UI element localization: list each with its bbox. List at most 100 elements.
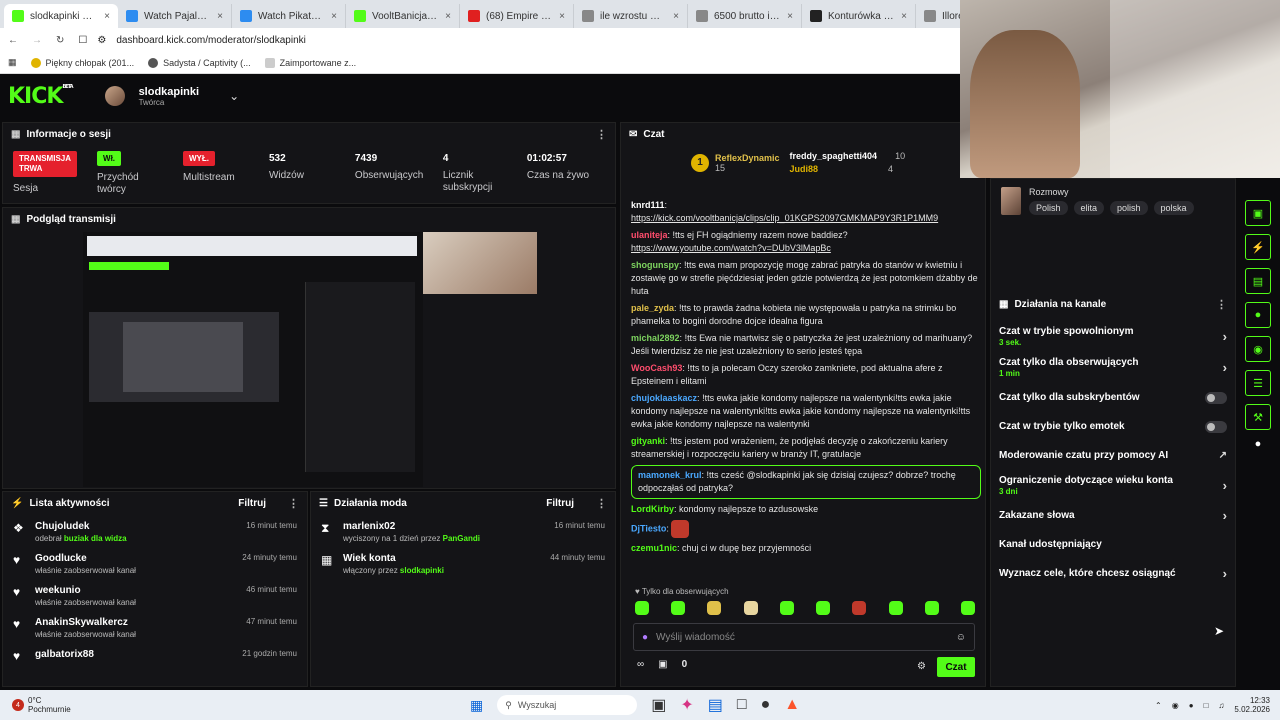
site-info-icon[interactable]: ⚙	[97, 35, 106, 46]
stream-preview-video[interactable]	[83, 232, 537, 487]
more-icon[interactable]: ⋮	[596, 497, 607, 510]
user-name[interactable]: Chujoludek	[35, 521, 127, 532]
close-icon[interactable]: ×	[217, 11, 223, 22]
chat-message[interactable]: czemu1nic: chuj ci w dupę bez przyjemnoś…	[631, 542, 981, 555]
browser-tab[interactable]: Watch Pajalock | Strea ×	[118, 4, 232, 28]
bookmark-item[interactable]: Zaimportowane z...	[264, 57, 356, 68]
chat-username[interactable]: mamonek_krul	[638, 470, 702, 480]
mic-icon[interactable]: ●	[642, 632, 648, 643]
list-item[interactable]: ♥ weekunio właśnie zaobserwował kanał 46 mi…	[13, 580, 297, 612]
toggle-switch[interactable]	[1205, 391, 1227, 404]
chat-username[interactable]: gityanki	[631, 436, 665, 446]
weather-widget[interactable]: 4 0°C Pochmurnie	[0, 696, 180, 714]
taskbar-search[interactable]: ⚲ Wyszukaj	[497, 695, 638, 715]
start-icon[interactable]: ▦	[470, 697, 483, 714]
chat-message[interactable]: gityanki: !tts jestem pod wrażeniem, że …	[631, 435, 981, 461]
brave-icon[interactable]: ▲	[784, 696, 800, 714]
chat-link[interactable]: https://www.youtube.com/watch?v=DUbV3lMa…	[631, 243, 831, 253]
list-item[interactable]: ♥ Goodlucke właśnie zaobserwował kanał 24 m…	[13, 548, 297, 580]
user-name[interactable]: marlenix02	[343, 521, 480, 532]
toggle-switch[interactable]	[1205, 420, 1227, 433]
chat-message[interactable]: mamonek_krul: !tts cześć @slodkapinki ja…	[631, 465, 981, 499]
emote-icon[interactable]	[852, 601, 867, 615]
list-item[interactable]: ❖ Chujoludek odebrał buziak dla widza 16 mi…	[13, 516, 297, 548]
taskview-icon[interactable]: ▣	[651, 695, 666, 715]
channel-avatar[interactable]	[104, 86, 125, 106]
list-item[interactable]: ⧗ marlenix02 wyciszony na 1 dzień przez Pa…	[321, 516, 605, 548]
chevron-down-icon[interactable]: ⌄	[229, 89, 239, 103]
chat-username[interactable]: LordKirby	[631, 504, 674, 514]
chat-message[interactable]: michal2892: !tts Ewa nie martwisz się o …	[631, 332, 981, 358]
bookmark-icon[interactable]: ☐	[78, 35, 87, 46]
browser-tab[interactable]: slodkapinki Stre ×	[4, 4, 118, 28]
chat-link[interactable]: https://kick.com/vooltbanicja/clips/clip…	[631, 213, 938, 223]
apps-icon[interactable]: ▦	[8, 57, 17, 68]
close-icon[interactable]: ×	[787, 11, 793, 22]
wrench-icon[interactable]: ⚒	[1245, 404, 1271, 430]
close-icon[interactable]: ×	[901, 11, 907, 22]
clock[interactable]: 12:33 5.02.2026	[1234, 696, 1270, 714]
chat-message[interactable]: LordKirby: kondomy najlepsze to azdusows…	[631, 503, 981, 516]
chat-message[interactable]: pale_zyda: !tts to prawda żadna kobieta …	[631, 302, 981, 328]
store-icon[interactable]: ▤	[708, 695, 723, 715]
emote-icon[interactable]	[743, 601, 758, 615]
gift-box-icon[interactable]: ▣	[658, 659, 667, 670]
bookmark-item[interactable]: Piękny chłopak (201...	[30, 57, 134, 68]
external-link-icon[interactable]: ↗	[1219, 450, 1227, 461]
wifi-icon[interactable]: ◉	[1172, 701, 1179, 710]
user-name[interactable]: galbatorix88	[35, 649, 94, 660]
user-name[interactable]: weekunio	[35, 585, 136, 596]
chevron-right-icon[interactable]: ›	[1223, 566, 1227, 581]
infinity-icon[interactable]: ∞	[637, 659, 644, 670]
users-icon[interactable]: ●	[1255, 438, 1262, 450]
url-text[interactable]: dashboard.kick.com/moderator/slodkapinki	[116, 35, 306, 46]
copilot-icon[interactable]: ✦	[680, 695, 693, 715]
chat-username[interactable]: czemu1nic	[631, 543, 677, 553]
more-icon[interactable]: ⋮	[1216, 298, 1227, 311]
browser-tab[interactable]: VooltBanicja Stream - ×	[346, 4, 460, 28]
close-icon[interactable]: ×	[331, 11, 337, 22]
activity-filter-button[interactable]: Filtruj	[238, 498, 266, 509]
document-icon[interactable]: ▤	[1245, 268, 1271, 294]
emote-picker-icon[interactable]: ☺	[956, 632, 966, 643]
emote-icon[interactable]	[779, 601, 794, 615]
chat-message[interactable]: DjTiesto:	[631, 520, 981, 538]
channel-option[interactable]: Czat w trybie spowolnionym 3 sek. ›	[991, 321, 1235, 352]
tag-pill[interactable]: polska	[1153, 201, 1194, 215]
close-icon[interactable]: ×	[104, 11, 110, 22]
tray-chevron-icon[interactable]: ⌃	[1155, 701, 1162, 710]
chat-username[interactable]: WooCash93	[631, 363, 682, 373]
emote-icon[interactable]	[924, 601, 939, 615]
tag-pill[interactable]: elita	[1073, 201, 1105, 215]
bookmark-item[interactable]: Sadysta / Captivity (...	[148, 57, 251, 68]
channel-option[interactable]: Czat w trybie tylko emotek	[991, 412, 1235, 441]
chat-message[interactable]: shogunspy: !tts ewa mam propozycję mogę …	[631, 259, 981, 298]
close-icon[interactable]: ×	[559, 11, 565, 22]
display-icon[interactable]: □	[1204, 701, 1209, 710]
chevron-right-icon[interactable]: ›	[1223, 360, 1227, 375]
browser-tab[interactable]: (68) Empire Of The Su ×	[460, 4, 574, 28]
tag-pill[interactable]: polish	[1110, 201, 1148, 215]
emote-icon[interactable]	[816, 601, 831, 615]
chat-username[interactable]: chujoklaaskacz	[631, 393, 697, 403]
channel-option[interactable]: Czat tylko dla obserwujących 1 min ›	[991, 352, 1235, 383]
browser-tab[interactable]: 6500 brutto ile to netto ×	[688, 4, 802, 28]
chevron-right-icon[interactable]: ›	[1223, 508, 1227, 523]
emote-icon[interactable]	[888, 601, 903, 615]
chat-username[interactable]: DjTiesto	[631, 523, 666, 533]
settings-icon[interactable]: ⚙	[917, 661, 926, 672]
channel-option[interactable]: Zakazane słowa ›	[991, 501, 1235, 530]
more-icon[interactable]: ⋮	[596, 128, 607, 141]
list-item[interactable]: ♥ galbatorix88 21 godzin temu	[13, 644, 297, 668]
channel-option[interactable]: Ograniczenie dotyczące wieku konta 3 dni ›	[991, 470, 1235, 501]
back-icon[interactable]: ←	[8, 35, 18, 46]
emote-icon[interactable]	[671, 601, 686, 615]
top-chatter-1[interactable]: 1 ReflexDynamic 15	[691, 153, 780, 173]
list-icon[interactable]: ☰	[1245, 370, 1271, 396]
chat-username[interactable]: ulaniteja	[631, 230, 668, 240]
browser-tab[interactable]: ile wzrostu ma wysoko ×	[574, 4, 688, 28]
chat-message[interactable]: WooCash93: !tts to ja polecam Oczy szero…	[631, 362, 981, 388]
category-name[interactable]: Rozmowy	[1029, 187, 1194, 197]
volume-icon[interactable]: ♫	[1218, 701, 1224, 710]
close-icon[interactable]: ×	[445, 11, 451, 22]
